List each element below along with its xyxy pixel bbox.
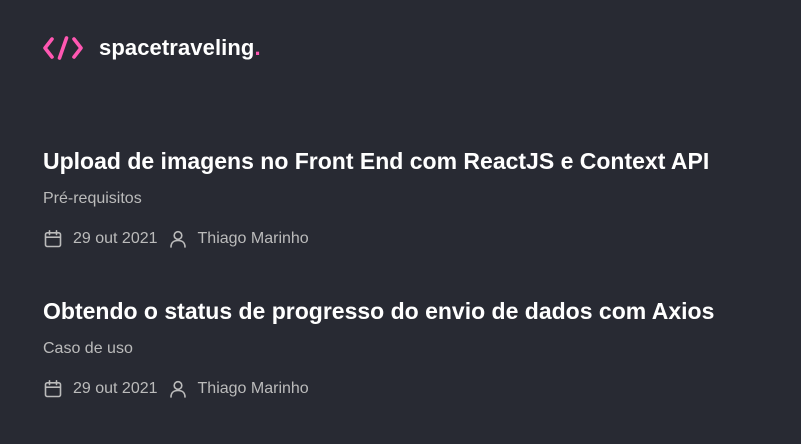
post-author-text: Thiago Marinho (197, 380, 309, 397)
page: spacetraveling . Upload de imagens no Fr… (0, 0, 801, 444)
code-brackets-icon (43, 36, 83, 60)
post-item[interactable]: Upload de imagens no Front End com React… (43, 147, 783, 251)
post-date: 29 out 2021 (43, 229, 158, 249)
user-icon (169, 230, 186, 248)
post-author: Thiago Marinho (168, 229, 309, 249)
post-date-text: 29 out 2021 (73, 230, 158, 247)
post-subtitle: Caso de uso (43, 340, 133, 357)
calendar-icon (44, 229, 62, 248)
post-subtitle: Pré-requisitos (43, 190, 142, 207)
post-info: 29 out 2021 Thiago Marinho (43, 227, 783, 251)
user-icon (169, 380, 186, 398)
site-header[interactable]: spacetraveling . (43, 32, 261, 64)
post-date: 29 out 2021 (43, 379, 158, 399)
post-title[interactable]: Obtendo o status de progresso do envio d… (43, 297, 783, 325)
post-date-text: 29 out 2021 (73, 380, 158, 397)
brand-dot: . (254, 35, 261, 60)
calendar-icon (44, 379, 62, 398)
post-title[interactable]: Upload de imagens no Front End com React… (43, 147, 783, 175)
post-info: 29 out 2021 Thiago Marinho (43, 377, 783, 401)
brand-name: spacetraveling (99, 35, 255, 60)
post-item[interactable]: Obtendo o status de progresso do envio d… (43, 297, 783, 401)
post-author: Thiago Marinho (168, 379, 309, 399)
post-author-text: Thiago Marinho (197, 230, 309, 247)
